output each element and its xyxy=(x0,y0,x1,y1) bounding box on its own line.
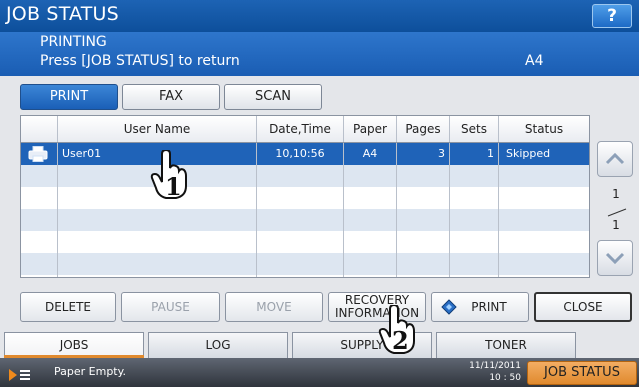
table-row[interactable] xyxy=(21,231,589,253)
close-button[interactable]: CLOSE xyxy=(534,292,632,322)
start-icon xyxy=(441,299,457,315)
date-text: 11/11/2011 xyxy=(469,361,521,371)
column-header-icon xyxy=(21,116,57,142)
move-button[interactable]: MOVE xyxy=(225,292,323,322)
tab-print[interactable]: PRINT xyxy=(20,84,118,110)
column-header-sets: Sets xyxy=(450,116,498,142)
status-line-1: PRINTING xyxy=(40,34,107,50)
page-current: 1 xyxy=(612,187,620,201)
print-label: PRINT xyxy=(471,300,507,314)
table-divider xyxy=(343,116,344,277)
column-header-datetime: Date,Time xyxy=(257,116,343,142)
cell-datetime: 10,10:56 xyxy=(275,147,325,160)
scroll-down-button[interactable] xyxy=(597,240,633,276)
table-row[interactable] xyxy=(21,187,589,209)
table-divider xyxy=(57,116,58,277)
column-header-paper: Paper xyxy=(344,116,396,142)
callout-number-2: 2 xyxy=(392,326,409,355)
cell-user: User01 xyxy=(62,147,102,160)
column-header-status: Status xyxy=(499,116,589,142)
tab-log[interactable]: LOG xyxy=(148,332,288,358)
column-header-user: User Name xyxy=(58,116,256,142)
chevron-down-icon xyxy=(605,252,625,265)
status-line-2: Press [JOB STATUS] to return xyxy=(40,53,240,69)
callout-number-1: 1 xyxy=(165,172,182,201)
table-divider xyxy=(498,116,499,277)
help-button[interactable]: ? xyxy=(592,4,632,28)
pause-button[interactable]: PAUSE xyxy=(121,292,220,322)
status-paper-size: A4 xyxy=(525,53,544,69)
table-divider xyxy=(256,116,257,277)
table-row[interactable] xyxy=(21,253,589,275)
chevron-up-icon xyxy=(605,152,625,165)
printer-icon xyxy=(28,146,48,162)
job-status-button[interactable]: JOB STATUS xyxy=(527,361,637,385)
cell-paper: A4 xyxy=(362,147,378,160)
cell-status: Skipped xyxy=(506,147,551,160)
play-list-icon xyxy=(9,366,31,381)
date-time: 11/11/2011 10 : 50 xyxy=(455,360,521,384)
tab-toner[interactable]: TONER xyxy=(436,332,576,358)
time-text: 10 : 50 xyxy=(489,373,521,383)
tab-scan[interactable]: SCAN xyxy=(224,84,322,110)
tab-fax[interactable]: FAX xyxy=(122,84,220,110)
page-separator xyxy=(606,202,628,217)
cell-sets: 1 xyxy=(487,147,494,160)
table-row[interactable] xyxy=(21,209,589,231)
page-total: 1 xyxy=(612,218,620,232)
table-divider xyxy=(396,116,397,277)
table-row[interactable] xyxy=(21,165,589,187)
delete-button[interactable]: DELETE xyxy=(20,292,116,322)
scroll-up-button[interactable] xyxy=(597,141,633,177)
cell-pages: 3 xyxy=(438,147,445,160)
table-divider xyxy=(449,116,450,277)
page-title: JOB STATUS xyxy=(6,3,119,25)
status-message: Paper Empty. xyxy=(54,365,127,378)
column-header-pages: Pages xyxy=(397,116,449,142)
